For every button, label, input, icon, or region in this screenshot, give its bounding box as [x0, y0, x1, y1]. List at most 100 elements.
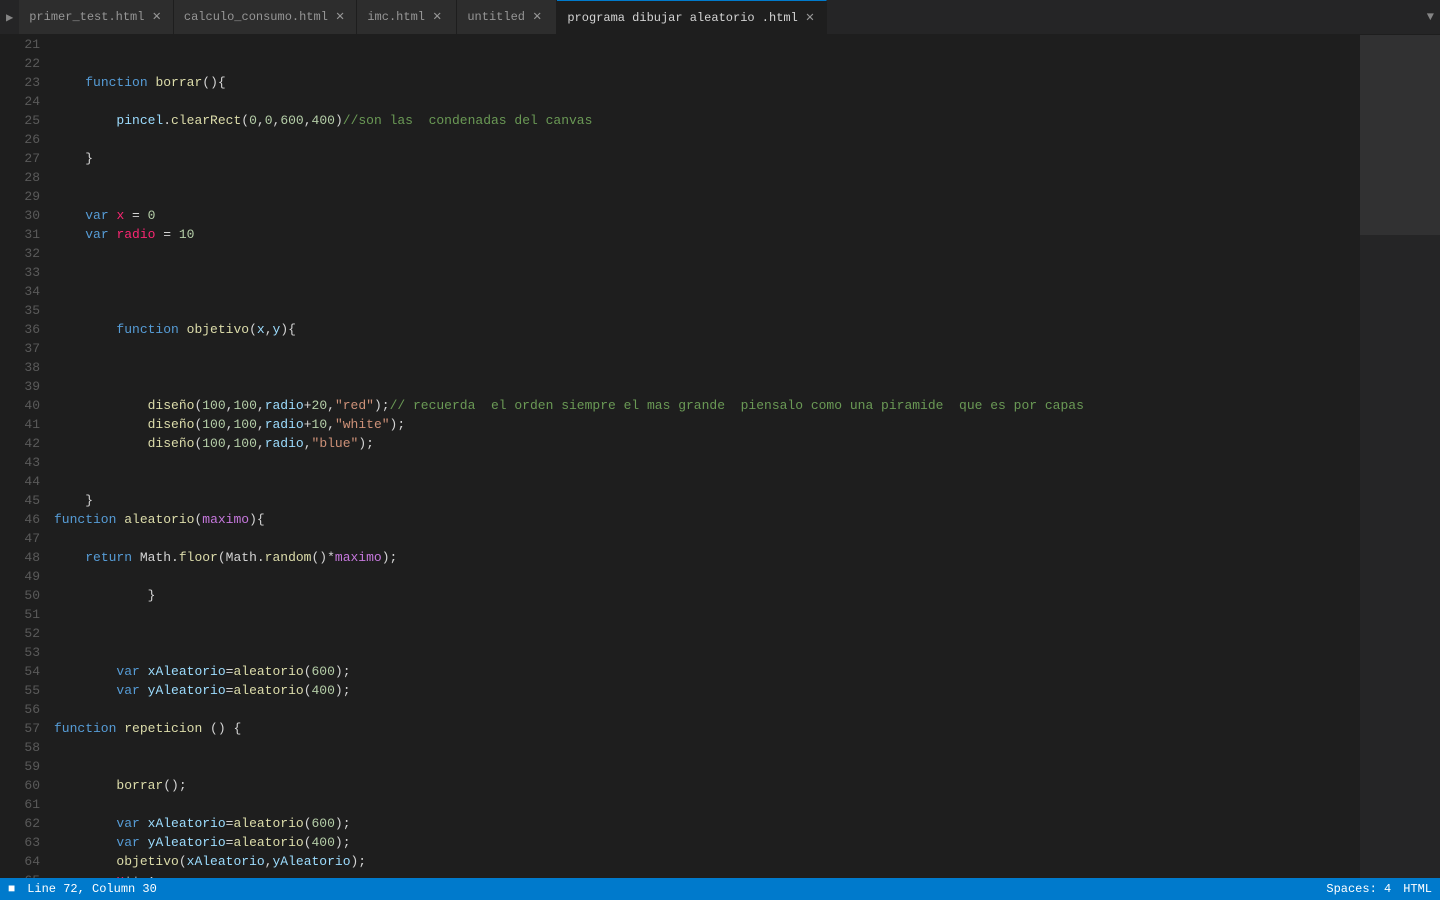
code-line-58 [54, 738, 1360, 757]
line-number-59: 59 [16, 757, 40, 776]
code-line-49 [54, 567, 1360, 586]
code-line-28 [54, 168, 1360, 187]
tab-close-icon[interactable]: ✕ [531, 9, 543, 25]
line-number-23: 23 [16, 73, 40, 92]
tab-close-icon[interactable]: ✕ [431, 9, 443, 25]
line-number-26: 26 [16, 130, 40, 149]
line-number-54: 54 [16, 662, 40, 681]
line-number-34: 34 [16, 282, 40, 301]
language-indicator[interactable]: HTML [1403, 882, 1432, 896]
code-line-23: function borrar(){ [54, 73, 1360, 92]
tab-tab4[interactable]: untitled✕ [457, 0, 557, 34]
code-line-34 [54, 282, 1360, 301]
code-line-42: diseño(100,100,radio,"blue"); [54, 434, 1360, 453]
code-line-51 [54, 605, 1360, 624]
code-line-26 [54, 130, 1360, 149]
line-number-39: 39 [16, 377, 40, 396]
line-number-51: 51 [16, 605, 40, 624]
line-number-27: 27 [16, 149, 40, 168]
line-number-43: 43 [16, 453, 40, 472]
line-number-40: 40 [16, 396, 40, 415]
code-line-56 [54, 700, 1360, 719]
line-number-55: 55 [16, 681, 40, 700]
code-line-55: var yAleatorio=aleatorio(400); [54, 681, 1360, 700]
line-col-indicator[interactable]: Line 72, Column 30 [27, 882, 157, 896]
tab-tab2[interactable]: calculo_consumo.html✕ [174, 0, 357, 34]
code-line-22 [54, 54, 1360, 73]
code-line-29 [54, 187, 1360, 206]
tab-list: primer_test.html✕calculo_consumo.html✕im… [19, 0, 1421, 34]
tab-tab3[interactable]: imc.html ✕ [357, 0, 457, 34]
status-right: Spaces: 4 HTML [1326, 882, 1432, 896]
tab-close-icon[interactable]: ✕ [804, 10, 816, 26]
line-number-62: 62 [16, 814, 40, 833]
line-number-33: 33 [16, 263, 40, 282]
tab-tab1[interactable]: primer_test.html ✕ [19, 0, 174, 34]
line-number-24: 24 [16, 92, 40, 111]
minimap [1360, 35, 1440, 878]
line-number-46: 46 [16, 510, 40, 529]
code-editor[interactable]: function borrar(){ pincel.clearRect(0,0,… [48, 35, 1360, 878]
line-number-61: 61 [16, 795, 40, 814]
tab-label: imc.html [367, 10, 425, 24]
line-number-30: 30 [16, 206, 40, 225]
line-number-58: 58 [16, 738, 40, 757]
tab-scroll-left[interactable]: ▶ [0, 0, 19, 34]
spaces-indicator[interactable]: Spaces: 4 [1326, 882, 1391, 896]
code-line-48: return Math.floor(Math.random()*maximo); [54, 548, 1360, 567]
tab-close-icon[interactable]: ✕ [150, 9, 162, 25]
line-number-64: 64 [16, 852, 40, 871]
code-line-32 [54, 244, 1360, 263]
line-number-57: 57 [16, 719, 40, 738]
tab-close-icon[interactable]: ✕ [334, 9, 346, 25]
code-line-64: objetivo(xAleatorio,yAleatorio); [54, 852, 1360, 871]
line-number-50: 50 [16, 586, 40, 605]
tab-label: primer_test.html [29, 10, 144, 24]
code-line-40: diseño(100,100,radio+20,"red");// recuer… [54, 396, 1360, 415]
line-number-49: 49 [16, 567, 40, 586]
line-number-56: 56 [16, 700, 40, 719]
line-numbers: 2122232425262728293031323334353637383940… [0, 35, 48, 878]
line-number-45: 45 [16, 491, 40, 510]
line-number-37: 37 [16, 339, 40, 358]
line-number-38: 38 [16, 358, 40, 377]
code-line-33 [54, 263, 1360, 282]
line-number-41: 41 [16, 415, 40, 434]
code-line-25: pincel.clearRect(0,0,600,400)//son las c… [54, 111, 1360, 130]
line-number-32: 32 [16, 244, 40, 263]
status-left: ■ Line 72, Column 30 [8, 882, 157, 896]
code-line-27: } [54, 149, 1360, 168]
code-line-60: borrar(); [54, 776, 1360, 795]
line-number-60: 60 [16, 776, 40, 795]
line-number-63: 63 [16, 833, 40, 852]
tab-scroll-right[interactable]: ▼ [1421, 0, 1440, 34]
line-number-48: 48 [16, 548, 40, 567]
line-number-44: 44 [16, 472, 40, 491]
line-number-47: 47 [16, 529, 40, 548]
line-number-65: 65 [16, 871, 40, 878]
line-number-36: 36 [16, 320, 40, 339]
line-number-28: 28 [16, 168, 40, 187]
code-line-54: var xAleatorio=aleatorio(600); [54, 662, 1360, 681]
code-line-35 [54, 301, 1360, 320]
code-line-30: var x = 0 [54, 206, 1360, 225]
code-line-57: function repeticion () { [54, 719, 1360, 738]
line-number-25: 25 [16, 111, 40, 130]
code-line-50: } [54, 586, 1360, 605]
code-line-36: function objetivo(x,y){ [54, 320, 1360, 339]
line-number-53: 53 [16, 643, 40, 662]
code-line-21 [54, 35, 1360, 54]
code-line-31: var radio = 10 [54, 225, 1360, 244]
code-line-63: var yAleatorio=aleatorio(400); [54, 833, 1360, 852]
code-line-39 [54, 377, 1360, 396]
code-line-24 [54, 92, 1360, 111]
code-line-47 [54, 529, 1360, 548]
code-line-61 [54, 795, 1360, 814]
tab-tab5[interactable]: programa dibujar aleatorio .html ✕ [557, 0, 827, 34]
code-line-38 [54, 358, 1360, 377]
minimap-slider[interactable] [1360, 35, 1440, 235]
tab-label: programa dibujar aleatorio .html [567, 11, 797, 25]
code-line-44 [54, 472, 1360, 491]
code-line-62: var xAleatorio=aleatorio(600); [54, 814, 1360, 833]
code-line-59 [54, 757, 1360, 776]
